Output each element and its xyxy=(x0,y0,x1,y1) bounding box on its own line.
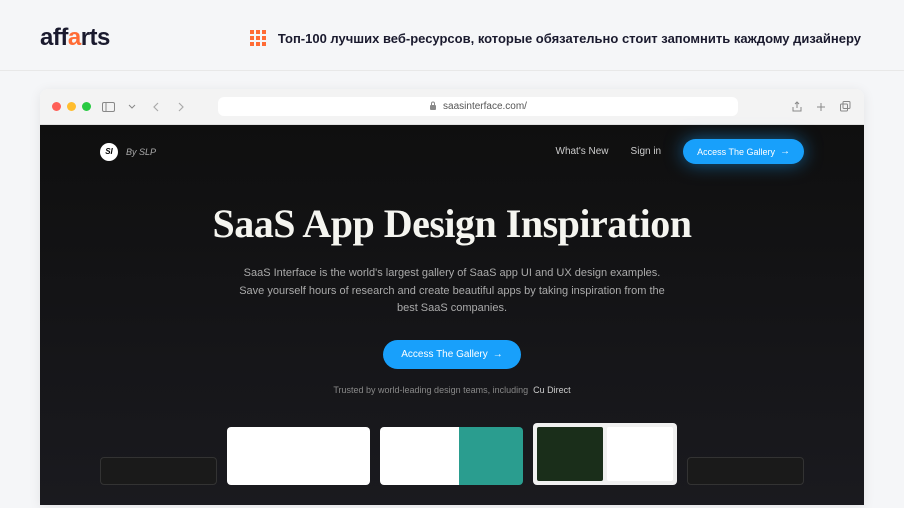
browser-window: saasinterface.com/ SI By SLP What's New … xyxy=(40,89,864,505)
trusted-brand: Cu Direct xyxy=(533,385,571,395)
thumb-5[interactable] xyxy=(687,457,804,485)
nav-cta-button[interactable]: Access The Gallery → xyxy=(683,139,804,164)
thumb-1[interactable] xyxy=(100,457,217,485)
nav-whats-new[interactable]: What's New xyxy=(556,146,609,157)
cta-label: Access The Gallery xyxy=(697,147,775,157)
forward-button[interactable] xyxy=(173,100,187,114)
close-icon[interactable] xyxy=(52,102,61,111)
thumb-2[interactable] xyxy=(227,427,370,485)
nav-links: What's New Sign in Access The Gallery → xyxy=(556,139,805,164)
url-text: saasinterface.com/ xyxy=(443,101,527,112)
tagline-wrap: Топ-100 лучших веб-ресурсов, которые обя… xyxy=(250,30,864,46)
trusted-prefix: Trusted by world-leading design teams, i… xyxy=(333,385,528,395)
site-logo[interactable]: affarts xyxy=(40,24,110,52)
hero-subtitle: SaaS Interface is the world's largest ga… xyxy=(237,265,667,318)
logo-badge: SI xyxy=(100,143,118,161)
new-tab-icon[interactable] xyxy=(814,100,828,114)
hero-cta-label: Access The Gallery xyxy=(401,349,488,360)
logo-by: By SLP xyxy=(126,147,156,157)
trusted-text: Trusted by world-leading design teams, i… xyxy=(100,385,804,395)
arrow-right-icon: → xyxy=(780,146,790,157)
back-button[interactable] xyxy=(149,100,163,114)
site-content: SI By SLP What's New Sign in Access The … xyxy=(40,125,864,505)
share-icon[interactable] xyxy=(790,100,804,114)
sidebar-toggle-icon[interactable] xyxy=(101,100,115,114)
url-bar[interactable]: saasinterface.com/ xyxy=(218,97,738,116)
browser-chrome: saasinterface.com/ xyxy=(40,89,864,125)
tagline[interactable]: Топ-100 лучших веб-ресурсов, которые обя… xyxy=(278,31,861,46)
maximize-icon[interactable] xyxy=(82,102,91,111)
grid-icon xyxy=(250,30,266,46)
site-nav: SI By SLP What's New Sign in Access The … xyxy=(100,139,804,164)
thumb-4[interactable] xyxy=(533,423,677,485)
page-header: affarts Топ-100 лучших веб-ресурсов, кот… xyxy=(0,0,904,71)
thumb-3[interactable] xyxy=(380,427,523,485)
tabs-icon[interactable] xyxy=(838,100,852,114)
hero-cta-button[interactable]: Access The Gallery → xyxy=(383,340,521,369)
gallery-thumbs xyxy=(100,423,804,485)
hero-title: SaaS App Design Inspiration xyxy=(100,200,804,247)
lock-icon xyxy=(429,101,437,112)
hero: SaaS App Design Inspiration SaaS Interfa… xyxy=(100,200,804,485)
saas-logo[interactable]: SI By SLP xyxy=(100,143,156,161)
chevron-down-icon[interactable] xyxy=(125,100,139,114)
arrow-right-icon: → xyxy=(493,349,503,360)
minimize-icon[interactable] xyxy=(67,102,76,111)
nav-sign-in[interactable]: Sign in xyxy=(631,146,662,157)
traffic-lights xyxy=(52,102,91,111)
